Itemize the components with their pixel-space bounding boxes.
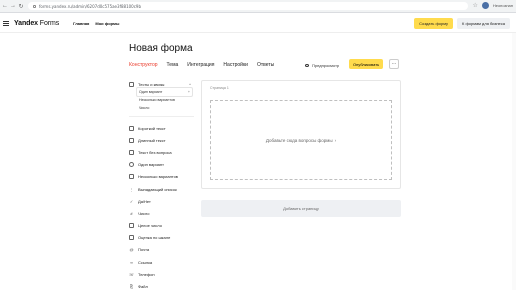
publish-button[interactable]: Опубликовать — [349, 59, 384, 69]
sidebar-item-label: Телефон — [138, 271, 155, 277]
sidebar-item-label: Несколько вариантов — [138, 174, 178, 180]
nav-my-forms[interactable]: Мои формы — [95, 21, 119, 26]
sidebar-item-phone[interactable]: ☏ Телефон — [129, 268, 194, 280]
profile-avatar[interactable] — [481, 2, 489, 9]
quiz-group-header[interactable]: Тесты и квизы ^ — [129, 80, 194, 88]
scale-icon — [129, 235, 134, 241]
sidebar-item-file[interactable]: ⎘ Файл — [129, 280, 194, 290]
back-arrow-icon[interactable]: ← — [2, 3, 8, 9]
lock-icon — [33, 4, 36, 8]
sidebar-item-long-text[interactable]: Длинный текст — [129, 134, 194, 146]
profile-label: Неопознан — [492, 3, 513, 8]
more-button[interactable]: ··· — [389, 59, 399, 69]
dropzone-text: Добавьте сюда вопросы формы — [265, 137, 333, 143]
sidebar-item-text-no-question[interactable]: Текст без вопроса — [129, 146, 194, 158]
bookmark-star-icon[interactable]: ☆ — [472, 2, 477, 9]
scrollbar[interactable] — [512, 33, 516, 290]
page-label: Страница 1 — [210, 86, 229, 90]
check-icon: ✓ — [129, 198, 134, 204]
quiz-item-label: Один вариант — [139, 90, 163, 94]
question-types-sidebar: Тесты и квизы ^ Один вариант + Несколько … — [129, 80, 194, 290]
plus-icon: + — [187, 90, 190, 94]
short-text-icon — [129, 125, 134, 131]
phone-icon: ☏ — [129, 271, 135, 277]
app-header: Yandex Forms Главная Мои формы Создать ф… — [0, 14, 516, 33]
chevron-right-icon: › — [334, 137, 337, 143]
number-icon: # — [130, 210, 133, 216]
sidebar-item-label: Текст без вопроса — [138, 149, 172, 155]
radio-icon — [129, 162, 134, 168]
tab-integration[interactable]: Интеграция — [187, 62, 214, 68]
integer-icon — [129, 223, 134, 229]
create-form-button[interactable]: Создать форму — [414, 18, 454, 29]
add-page-button[interactable]: Добавить страницу — [201, 200, 401, 217]
sidebar-item-dropdown[interactable]: ⋮ Выпадающий список — [129, 183, 194, 195]
sidebar-item-multiple-choice[interactable]: Несколько вариантов — [129, 171, 194, 183]
long-text-icon — [129, 137, 134, 143]
top-nav: Главная Мои формы — [73, 21, 119, 26]
sidebar-item-label: Ссылка — [138, 259, 153, 265]
dropdown-icon: ⋮ — [129, 186, 134, 192]
editor-tabs: Конструктор Тема Интеграция Настройки От… — [129, 61, 274, 69]
sidebar-item-single-choice[interactable]: Один вариант — [129, 159, 194, 171]
sidebar-item-scale[interactable]: Оценка по шкале — [129, 232, 194, 244]
checkbox-icon — [129, 174, 134, 180]
sidebar-item-label: Длинный текст — [138, 137, 166, 143]
quiz-icon — [129, 81, 134, 87]
browser-toolbar: ← → ↻ forms.yandex.ru/admin/6207d0c575ae… — [0, 0, 516, 13]
link-icon: ∞ — [130, 259, 133, 265]
quiz-group-label: Тесты и квизы — [138, 81, 165, 87]
page-title: Новая форма — [129, 43, 193, 54]
divider — [129, 116, 194, 117]
preview-label: Предпросмотр — [312, 62, 340, 68]
sidebar-item-yes-no[interactable]: ✓ Да/Нет — [129, 195, 194, 207]
menu-icon[interactable] — [3, 20, 9, 26]
sidebar-item-label: Целое число — [138, 223, 162, 229]
quiz-item-number[interactable]: Число — [137, 104, 194, 112]
logo-yandex: Yandex — [14, 19, 38, 27]
mail-icon: @ — [129, 247, 134, 253]
logo-forms: Forms — [39, 19, 60, 27]
form-page-card: Страница 1 Добавьте сюда вопросы формы › — [201, 80, 401, 189]
tab-settings[interactable]: Настройки — [223, 62, 248, 68]
sidebar-item-label: Один вариант — [138, 162, 164, 168]
tab-answers[interactable]: Ответы — [257, 62, 274, 68]
sidebar-item-number[interactable]: # Число — [129, 207, 194, 219]
business-forms-button[interactable]: К формам для бизнеса — [457, 18, 510, 29]
sidebar-item-mail[interactable]: @ Почта — [129, 244, 194, 256]
sidebar-item-label: Короткий текст — [138, 125, 166, 131]
sidebar-item-label: Да/Нет — [138, 198, 151, 204]
url-text: forms.yandex.ru/admin/6207d0c575ae3f8810… — [39, 3, 141, 9]
sidebar-item-label: Оценка по шкале — [138, 235, 171, 241]
sidebar-item-label: Почта — [138, 247, 150, 253]
logo[interactable]: Yandex Forms — [14, 20, 59, 27]
sidebar-item-integer[interactable]: Целое число — [129, 220, 194, 232]
quiz-subitems: Один вариант + Несколько вариантов Число — [129, 88, 194, 112]
text-icon — [129, 149, 134, 155]
chevron-up-icon: ^ — [189, 81, 191, 87]
question-dropzone[interactable]: Добавьте сюда вопросы формы › — [210, 100, 392, 180]
quiz-item-single[interactable]: Один вариант + — [137, 88, 192, 96]
quiz-item-multiple[interactable]: Несколько вариантов — [137, 96, 194, 104]
file-icon: ⎘ — [129, 284, 134, 290]
address-bar[interactable]: forms.yandex.ru/admin/6207d0c575ae3f8810… — [28, 2, 468, 10]
eye-icon — [305, 63, 309, 67]
reload-icon[interactable]: ↻ — [18, 3, 24, 10]
forward-arrow-icon[interactable]: → — [10, 3, 16, 9]
sidebar-item-short-text[interactable]: Короткий текст — [129, 122, 194, 134]
tab-constructor[interactable]: Конструктор — [129, 62, 158, 68]
sidebar-item-label: Выпадающий список — [138, 186, 177, 192]
nav-home[interactable]: Главная — [73, 21, 89, 26]
sidebar-item-label: Файл — [138, 284, 148, 290]
tab-theme[interactable]: Тема — [167, 62, 179, 68]
sidebar-item-label: Число — [138, 210, 150, 216]
preview-button[interactable]: Предпросмотр — [305, 61, 339, 69]
sidebar-item-link[interactable]: ∞ Ссылка — [129, 256, 194, 268]
